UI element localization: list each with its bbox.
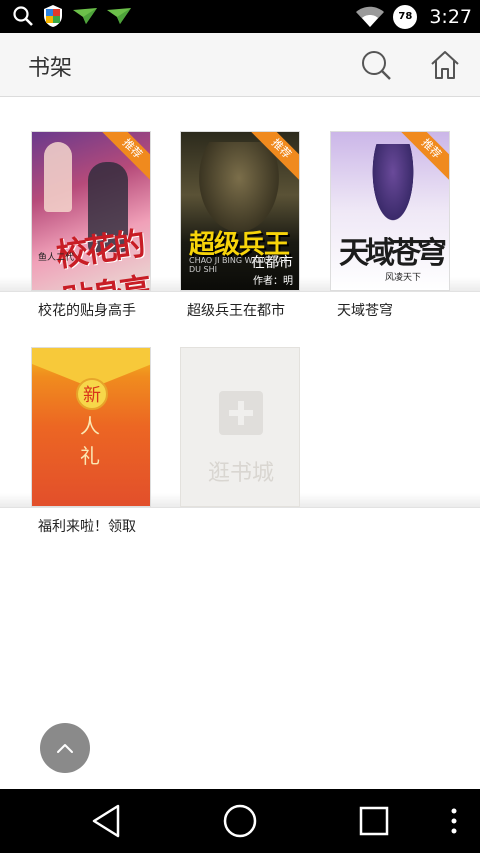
chevron-up-icon xyxy=(57,744,73,753)
envelope-seal: 新 xyxy=(76,378,108,410)
nav-more-button[interactable] xyxy=(444,803,464,839)
book-item[interactable]: 超级兵王 在都市 CHAO JI BING WANG ZAI DU SHI 作者… xyxy=(180,131,300,320)
cover-author: 作者：明日复明日 xyxy=(253,276,293,287)
wifi-icon xyxy=(356,6,385,27)
book-cover[interactable]: 新 人 礼 xyxy=(31,347,151,507)
status-left-icons xyxy=(12,4,132,28)
book-cover[interactable]: 天域苍穹 风凌天下 推荐 xyxy=(330,131,450,291)
shield-icon xyxy=(44,5,62,27)
search-button[interactable] xyxy=(360,49,392,81)
system-nav-bar xyxy=(0,789,480,853)
browse-store-label: 逛书城 xyxy=(207,461,274,486)
book-item[interactable]: 校花的贴身高手 鱼人二代 推荐 校花的贴身高手 xyxy=(31,131,151,320)
search-icon xyxy=(362,51,391,80)
book-title: 天域苍穹 xyxy=(337,303,393,319)
cover-text: 礼 xyxy=(80,444,100,468)
app-header: 书架 xyxy=(0,33,480,97)
browse-store-button[interactable]: 逛书城 xyxy=(180,347,300,507)
page-title: 书架 xyxy=(28,56,73,81)
book-title: 校花的贴身高手 xyxy=(38,303,136,319)
cover-subtext: 鱼人二代 xyxy=(38,253,75,263)
book-item[interactable]: 天域苍穹 风凌天下 推荐 天域苍穹 xyxy=(330,131,450,320)
paper-plane-icon xyxy=(73,8,97,24)
status-time: 3:27 xyxy=(429,5,472,28)
cover-title-art: 天域苍穹 xyxy=(339,236,447,271)
home-button[interactable] xyxy=(429,49,461,81)
home-circle-icon xyxy=(223,804,257,838)
home-icon xyxy=(431,51,459,79)
cover-text: 人 xyxy=(80,414,100,438)
book-cover[interactable]: 超级兵王 在都市 CHAO JI BING WANG ZAI DU SHI 作者… xyxy=(180,131,300,291)
battery-icon: 78 xyxy=(393,4,418,29)
back-triangle-icon xyxy=(92,804,120,838)
status-right-icons: 78 3:27 xyxy=(355,0,472,33)
status-bar: 78 3:27 xyxy=(0,0,480,33)
nav-home-button[interactable] xyxy=(222,803,258,839)
book-item[interactable]: 新 人 礼 福利来啦！领取 xyxy=(31,347,151,536)
paper-plane-icon-2 xyxy=(107,8,131,24)
book-cover[interactable]: 校花的贴身高手 鱼人二代 推荐 xyxy=(31,131,151,291)
nav-recent-button[interactable] xyxy=(356,803,392,839)
bookshelf-screen: 78 3:27 书架 校花的贴身高手 鱼人二代 推荐 校花的贴身高手 超级兵王 … xyxy=(0,0,480,853)
cover-author: 风凌天下 xyxy=(385,273,422,283)
cover-figure xyxy=(371,144,415,224)
cover-figure xyxy=(44,142,72,212)
nav-back-button[interactable] xyxy=(88,803,124,839)
book-title: 超级兵王在都市 xyxy=(187,303,285,319)
more-vertical-icon xyxy=(451,808,457,834)
recent-apps-icon xyxy=(359,806,389,836)
plus-icon xyxy=(219,391,263,435)
search-status-icon xyxy=(13,6,33,26)
cover-figure xyxy=(199,142,279,232)
book-title: 福利来啦！领取 xyxy=(38,519,136,535)
scroll-top-button[interactable] xyxy=(40,723,90,773)
